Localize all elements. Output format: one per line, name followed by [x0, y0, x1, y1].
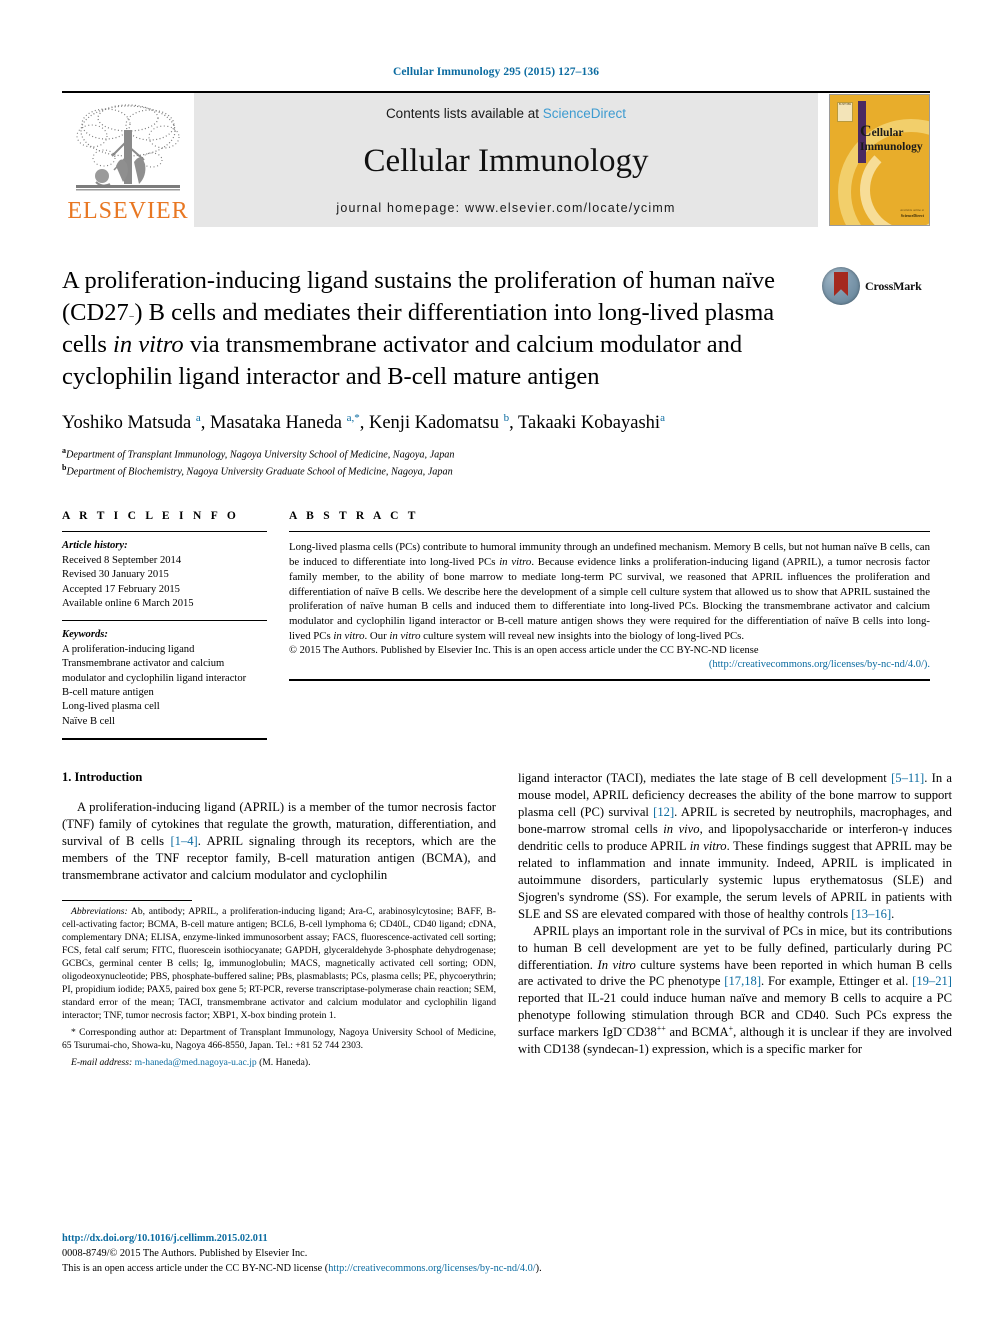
masthead-center: Contents lists available at ScienceDirec… — [194, 93, 818, 227]
journal-title: Cellular Immunology — [363, 142, 649, 179]
cover-footnote: Available online at ScienceDirect — [900, 208, 924, 219]
keyword-item: Transmembrane activator and calcium modu… — [62, 658, 247, 684]
keyword-item: A proliferation-inducing ligand — [62, 643, 195, 655]
copyright-text: © 2015 The Authors. Published by Elsevie… — [289, 644, 759, 656]
left-column: 1. Introduction A proliferation-inducing… — [62, 770, 496, 1069]
intro-paragraph-left: A proliferation-inducing ligand (APRIL) … — [62, 800, 496, 882]
footer-license-link[interactable]: http://creativecommons.org/licenses/by-n… — [328, 1263, 535, 1274]
contents-prefix: Contents lists available at — [385, 106, 543, 121]
abstract-text: Long-lived plasma cells (PCs) contribute… — [289, 541, 930, 643]
cover-footnote-bold: ScienceDirect — [900, 213, 924, 218]
right-column: ligand interactor (TACI), mediates the l… — [518, 770, 952, 1069]
license-link[interactable]: (http://creativecommons.org/licenses/by-… — [289, 658, 930, 672]
cover-elsevier-badge: ELSEVIER — [837, 102, 853, 122]
keyword-item: B-cell mature antigen — [62, 686, 154, 698]
footer-license-prefix: This is an open access article under the… — [62, 1262, 329, 1274]
abbreviations-footnote: Abbreviations: Ab, antibody; APRIL, a pr… — [62, 905, 496, 1022]
history-item: Received 8 September 2014 — [62, 554, 182, 566]
history-item: Revised 30 January 2015 — [62, 569, 169, 581]
elsevier-logo: ELSEVIER — [62, 93, 194, 227]
cover-title: Cellular Immunology — [860, 123, 923, 153]
doi-link[interactable]: http://dx.doi.org/10.1016/j.cellimm.2015… — [62, 1232, 542, 1247]
email-link[interactable]: m-haneda@med.nagoya-u.ac.jp — [135, 1057, 257, 1068]
issn-line: 0008-8749/© 2015 The Authors. Published … — [62, 1247, 308, 1259]
footer-license-line: This is an open access article under the… — [62, 1262, 542, 1277]
email-footnote: E-mail address: m-haneda@med.nagoya-u.ac… — [62, 1056, 496, 1069]
journal-homepage-link[interactable]: journal homepage: www.elsevier.com/locat… — [336, 201, 675, 215]
article-page: Cellular Immunology 295 (2015) 127–136 E… — [0, 0, 992, 1323]
page-title: A proliferation-inducing ligand sustains… — [62, 267, 776, 390]
footer-license-suffix: ). — [535, 1262, 542, 1274]
cover-initial: C — [860, 123, 872, 140]
cover-footnote-small: Available online at — [899, 208, 924, 213]
cover-title-line2: Immunology — [860, 140, 923, 153]
corresponding-author-footnote: * Corresponding author at: Department of… — [62, 1027, 496, 1052]
footnote-divider — [62, 899, 192, 901]
article-info-column: A R T I C L E I N F O Article history: R… — [62, 510, 267, 741]
publisher-footer: http://dx.doi.org/10.1016/j.cellimm.2015… — [62, 1232, 542, 1276]
journal-cover-image: ELSEVIER Cellular Immunology Available o… — [829, 94, 930, 226]
info-rule-bottom — [62, 738, 267, 741]
elsevier-wordmark: ELSEVIER — [67, 198, 189, 224]
info-abstract-block: A R T I C L E I N F O Article history: R… — [62, 510, 930, 741]
article-history: Article history: Received 8 September 20… — [62, 532, 267, 620]
keyword-item: Naïve B cell — [62, 715, 115, 727]
abstract-column: A B S T R A C T Long-lived plasma cells … — [289, 510, 930, 740]
keyword-item: Long-lived plasma cell — [62, 701, 160, 713]
article-info-heading: A R T I C L E I N F O — [62, 510, 240, 523]
cover-title-line1: ellular — [871, 127, 904, 139]
email-suffix: (M. Haneda). — [259, 1057, 311, 1069]
title-block: CrossMark A proliferation-inducing ligan… — [62, 265, 930, 480]
article-history-label: Article history: — [62, 540, 128, 552]
history-item: Available online 6 March 2015 — [62, 597, 194, 609]
masthead-right: ELSEVIER Cellular Immunology Available o… — [818, 93, 930, 227]
history-item: Accepted 17 February 2015 — [62, 583, 180, 595]
email-label: E-mail address: — [71, 1057, 133, 1069]
contents-available-line: Contents lists available at ScienceDirec… — [386, 106, 626, 121]
intro-paragraph-right-2: APRIL plays an important role in the sur… — [518, 923, 952, 1057]
abstract-copyright: © 2015 The Authors. Published by Elsevie… — [289, 644, 930, 673]
keywords-label: Keywords: — [62, 629, 108, 641]
elsevier-tree-icon — [76, 104, 180, 191]
crossmark-icon — [822, 267, 860, 305]
intro-paragraph-right-1: ligand interactor (TACI), mediates the l… — [518, 771, 952, 921]
author-list: Yoshiko Matsuda a, Masataka Haneda a,*, … — [62, 412, 665, 434]
crossmark-label: CrossMark — [865, 278, 922, 293]
section-heading-introduction: 1. Introduction — [62, 770, 143, 785]
crossmark-badge[interactable]: CrossMark — [822, 265, 930, 307]
affiliations: aDepartment of Transplant Immunology, Na… — [62, 445, 455, 478]
running-head: Cellular Immunology 295 (2015) 127–136 — [392, 66, 600, 78]
journal-masthead: ELSEVIER Contents lists available at Sci… — [62, 91, 930, 227]
keywords-group: Keywords: A proliferation-inducing ligan… — [62, 621, 267, 738]
abstract-rule-bottom — [289, 678, 930, 681]
body-columns: 1. Introduction A proliferation-inducing… — [62, 770, 952, 1069]
abstract-heading: A B S T R A C T — [289, 510, 419, 523]
sciencedirect-link[interactable]: ScienceDirect — [543, 106, 626, 121]
